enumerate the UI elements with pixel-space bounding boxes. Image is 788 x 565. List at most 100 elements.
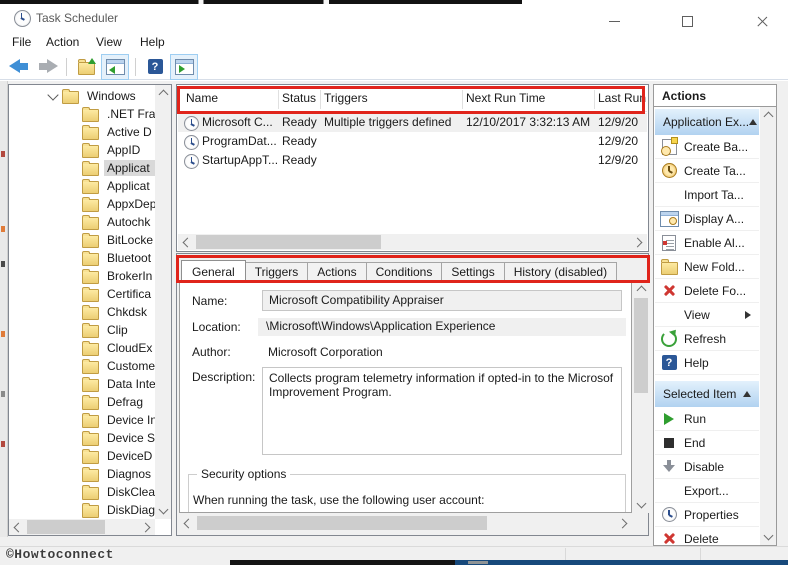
scroll-up-icon[interactable] (633, 281, 649, 297)
minimize-button[interactable] (598, 8, 630, 35)
tree-item[interactable]: Device S (82, 429, 155, 447)
tree-item[interactable]: Autochk (82, 213, 153, 231)
forward-button[interactable] (34, 55, 60, 79)
back-button[interactable] (6, 55, 32, 79)
action-end[interactable]: End (655, 431, 759, 455)
action-create-task[interactable]: Create Ta... (655, 159, 759, 183)
tree-item[interactable]: Applicat (82, 177, 153, 195)
tree-item[interactable]: DiskDiag (82, 501, 155, 519)
up-one-level-button[interactable] (73, 55, 99, 79)
collapse-icon[interactable] (749, 119, 758, 125)
action-delete-folder[interactable]: Delete Fo... (655, 279, 759, 303)
tree-item[interactable]: Active D (82, 123, 155, 141)
action-help[interactable]: ? Help (655, 351, 759, 375)
tree-item-windows[interactable]: Windows (47, 87, 139, 105)
scroll-left-icon[interactable] (9, 519, 25, 535)
action-properties[interactable]: Properties (655, 503, 759, 527)
action-group-application-experience[interactable]: Application Ex... (655, 109, 759, 135)
tree-item[interactable]: DiskClea (82, 483, 155, 501)
column-separator[interactable] (462, 90, 463, 109)
tree-item[interactable]: Data Inte (82, 375, 155, 393)
tree-vertical-scrollbar[interactable] (155, 85, 171, 519)
scroll-up-icon[interactable] (155, 85, 171, 101)
close-button[interactable] (746, 8, 778, 35)
help-button[interactable]: ? (142, 55, 168, 79)
tree-item-label: DiskClea (107, 485, 155, 499)
folder-icon (82, 268, 99, 284)
action-view[interactable]: View (655, 303, 759, 327)
menu-file[interactable]: File (12, 35, 31, 49)
tab-settings[interactable]: Settings (441, 262, 505, 282)
tree-item[interactable]: Bluetoot (82, 249, 154, 267)
tree-item[interactable]: Custome (82, 357, 155, 375)
scrollbar-thumb[interactable] (196, 235, 381, 249)
scroll-down-icon[interactable] (155, 503, 171, 519)
tree-item[interactable]: AppID (82, 141, 143, 159)
chevron-down-icon[interactable] (47, 88, 59, 101)
tab-general[interactable]: General (181, 260, 246, 283)
column-separator[interactable] (278, 90, 279, 109)
tree-item[interactable]: Defrag (82, 393, 146, 411)
action-new-folder[interactable]: New Fold... (655, 255, 759, 279)
scroll-right-icon[interactable] (631, 234, 647, 250)
tab-actions[interactable]: Actions (307, 262, 367, 282)
tree-item-selected[interactable]: Applicat (82, 159, 155, 177)
menu-help[interactable]: Help (140, 35, 165, 49)
menu-action[interactable]: Action (46, 35, 79, 49)
scrollbar-thumb[interactable] (27, 520, 105, 534)
tree-horizontal-scrollbar[interactable] (9, 519, 155, 535)
action-enable-all-tasks-history[interactable]: Enable Al... (655, 231, 759, 255)
column-header-last-run[interactable]: Last Run (598, 91, 646, 105)
scroll-left-icon[interactable] (179, 515, 195, 531)
tree-item[interactable]: Diagnos (82, 465, 154, 483)
action-group-selected-item[interactable]: Selected Item (655, 381, 759, 407)
scrollbar-thumb[interactable] (197, 516, 487, 530)
column-header-triggers[interactable]: Triggers (324, 91, 368, 105)
tree-item[interactable]: BrokerIn (82, 267, 155, 285)
column-header-next-run[interactable]: Next Run Time (466, 91, 545, 105)
column-header-status[interactable]: Status (282, 91, 316, 105)
task-row-programdata[interactable]: ProgramDat... Ready 12/9/20 (178, 132, 647, 151)
details-horizontal-scrollbar[interactable] (179, 515, 632, 531)
tree-item[interactable]: AppxDep (82, 195, 155, 213)
scroll-right-icon[interactable] (616, 515, 632, 531)
action-export[interactable]: Export... (655, 479, 759, 503)
task-row-microsoft-compatibility[interactable]: Microsoft C... Ready Multiple triggers d… (178, 113, 647, 132)
action-display-all-running-tasks[interactable]: Display A... (655, 207, 759, 231)
maximize-button[interactable] (671, 8, 703, 35)
tree-item[interactable]: BitLocke (82, 231, 155, 249)
action-delete[interactable]: Delete (655, 527, 759, 546)
action-create-basic-task[interactable]: Create Ba... (655, 135, 759, 159)
action-disable[interactable]: Disable (655, 455, 759, 479)
scroll-right-icon[interactable] (139, 519, 155, 535)
action-run[interactable]: Run (655, 407, 759, 431)
actions-vertical-scrollbar[interactable] (760, 107, 776, 545)
task-list-horizontal-scrollbar[interactable] (178, 234, 647, 250)
task-row-startupapptask[interactable]: StartupAppT... Ready 12/9/20 (178, 151, 647, 170)
details-vertical-scrollbar[interactable] (633, 281, 649, 513)
scroll-left-icon[interactable] (178, 234, 194, 250)
column-separator[interactable] (320, 90, 321, 109)
action-pane-toggle-button[interactable] (170, 53, 198, 80)
tree-item[interactable]: Certifica (82, 285, 154, 303)
action-refresh[interactable]: Refresh (655, 327, 759, 351)
column-separator[interactable] (594, 90, 595, 109)
tab-history[interactable]: History (disabled) (503, 262, 618, 282)
tree-item[interactable]: Chkdsk (82, 303, 150, 321)
action-import-task[interactable]: Import Ta... (655, 183, 759, 207)
column-header-name[interactable]: Name (186, 91, 218, 105)
scrollbar-thumb[interactable] (634, 298, 648, 393)
tree-item[interactable]: DeviceD (82, 447, 155, 465)
tree-item[interactable]: .NET Fra (82, 105, 155, 123)
tree-item[interactable]: Clip (82, 321, 131, 339)
tree-item[interactable]: Device In (82, 411, 155, 429)
collapse-icon[interactable] (743, 391, 751, 397)
scroll-down-icon[interactable] (760, 529, 776, 545)
scroll-up-icon[interactable] (760, 107, 776, 123)
console-tree-toggle-button[interactable] (101, 53, 129, 80)
tab-triggers[interactable]: Triggers (244, 262, 309, 282)
tab-conditions[interactable]: Conditions (365, 262, 443, 282)
menu-view[interactable]: View (96, 35, 122, 49)
scroll-down-icon[interactable] (633, 497, 649, 513)
tree-item[interactable]: CloudEx (82, 339, 155, 357)
